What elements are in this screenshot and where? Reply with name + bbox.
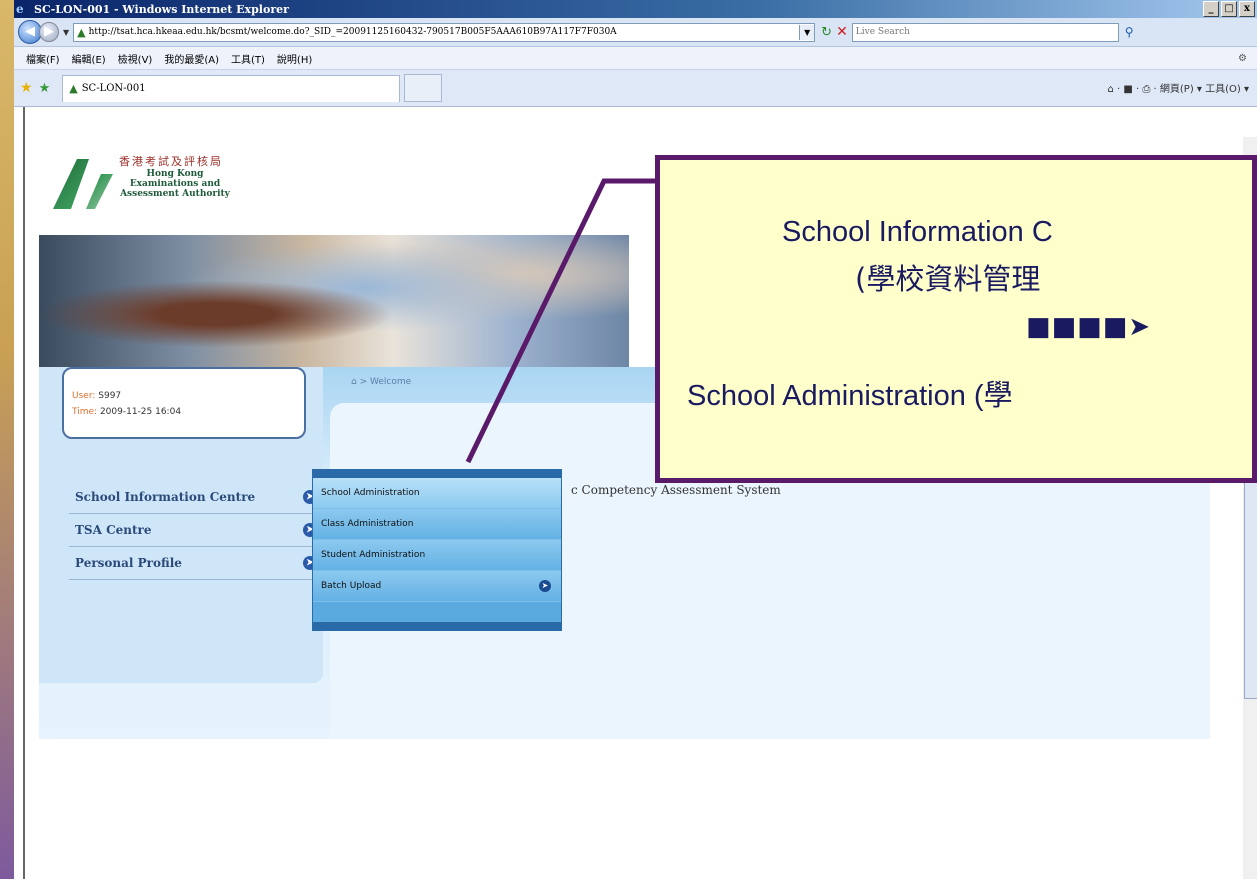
close-button[interactable]: x <box>1239 1 1255 17</box>
breadcrumb: ⌂ > Welcome <box>351 377 411 387</box>
tab-bar: ★ ★ ▲ SC-LON-001 ⌂ · ■ · ⎙ · 網頁(P) ▾ 工具(… <box>14 70 1257 107</box>
user-row: User: S997 <box>72 391 121 401</box>
logo-english-name: Hong Kong Examinations and Assessment Au… <box>115 169 235 199</box>
tab-active[interactable]: ▲ SC-LON-001 <box>62 74 401 102</box>
user-label: User: <box>72 391 96 401</box>
new-tab-button[interactable] <box>404 74 443 102</box>
submenu-item-label: School Administration <box>321 488 420 498</box>
logo-line-3: Assessment Authority <box>120 189 230 199</box>
address-bar: ◀ ▶ ▼ ▲ http://tsat.hca.hkeaa.edu.hk/bcs… <box>14 18 1257 47</box>
banner-photo <box>39 235 629 367</box>
menu-tools[interactable]: 工具(T) <box>231 51 265 66</box>
slide-left-border <box>0 0 14 879</box>
menu-view[interactable]: 檢視(V) <box>118 51 153 66</box>
stop-icon[interactable]: ✕ <box>836 24 848 40</box>
add-favorites-icon[interactable]: ★ <box>39 81 51 96</box>
hkeaa-logo-mark <box>53 159 113 209</box>
feeds-icon[interactable]: ■ <box>1123 84 1132 95</box>
command-bar[interactable]: ⌂ · ■ · ⎙ · 網頁(P) ▾ 工具(O) ▾ <box>1107 80 1249 95</box>
url-text: http://tsat.hca.hkeaa.edu.hk/bcsmt/welco… <box>88 26 617 37</box>
search-placeholder: Live Search <box>855 26 910 37</box>
search-input[interactable]: Live Search <box>851 22 1119 42</box>
logo-line-1: Hong Kong <box>146 169 204 179</box>
history-dropdown-icon[interactable]: ▼ <box>63 28 69 37</box>
user-value: S997 <box>98 391 122 401</box>
menu-file[interactable]: 檔案(F) <box>26 51 60 66</box>
nav-item-label: School Information Centre <box>75 490 256 504</box>
maximize-button[interactable]: □ <box>1221 1 1237 17</box>
menu-help[interactable]: 說明(H) <box>277 51 312 66</box>
menu-bar: 檔案(F) 編輯(E) 檢視(V) 我的最愛(A) 工具(T) 說明(H) ⚙ <box>14 47 1257 70</box>
forward-button[interactable]: ▶ <box>39 22 59 42</box>
menu-edit[interactable]: 編輯(E) <box>72 51 106 66</box>
window-controls: _ □ x <box>1203 1 1255 17</box>
time-value: 2009-11-25 16:04 <box>99 407 182 417</box>
tab-title: SC-LON-001 <box>81 83 146 94</box>
nav-item-personal-profile[interactable]: Personal Profile ➤ <box>69 547 323 580</box>
user-info-box: User: S997 Time: 2009-11-25 16:04 <box>62 367 306 439</box>
callout-line-2: (學校資料管理 <box>855 262 1041 296</box>
school-info-submenu: School Administration Class Administrati… <box>312 469 562 631</box>
annotation-callout: School Information C (學校資料管理 ■■■■➤ Schoo… <box>655 155 1257 483</box>
nav-item-school-information-centre[interactable]: School Information Centre ➤ <box>69 481 323 514</box>
url-field[interactable]: ▲ http://tsat.hca.hkeaa.edu.hk/bcsmt/wel… <box>73 22 816 42</box>
logo-chinese-name: 香港考試及評核局 <box>119 155 223 168</box>
breadcrumb-text: > Welcome <box>359 377 412 387</box>
submenu-bottom-bar <box>313 622 561 630</box>
time-row: Time: 2009-11-25 16:04 <box>72 407 181 417</box>
search-icon[interactable]: ⚲ <box>1125 25 1134 39</box>
menu-favorites[interactable]: 我的最愛(A) <box>164 51 219 66</box>
print-icon[interactable]: ⎙ <box>1142 84 1150 95</box>
time-label: Time: <box>72 407 98 417</box>
logo-line-2: Examinations and <box>129 179 221 189</box>
submenu-item-label: Student Administration <box>321 550 426 560</box>
arrow-right-icon: ➤ <box>539 580 551 592</box>
window-title: SC-LON-001 - Windows Internet Explorer <box>34 2 289 16</box>
nav-item-label: Personal Profile <box>75 556 182 570</box>
submenu-top-bar <box>313 470 561 478</box>
hkeaa-logo: 香港考試及評核局 Hong Kong Examinations and Asse… <box>53 153 273 213</box>
translate-icon[interactable]: ⚙ <box>1238 53 1247 64</box>
callout-line-3: School Administration (學 <box>687 380 1013 412</box>
callout-line-1: School Information C <box>782 216 1053 248</box>
minimize-button[interactable]: _ <box>1203 1 1219 17</box>
submenu-item-class-administration[interactable]: Class Administration <box>313 509 561 540</box>
tab-favicon-icon: ▲ <box>69 82 78 95</box>
home-icon[interactable]: ⌂ <box>1107 84 1113 95</box>
ie-icon: e <box>16 2 24 16</box>
frame-edge <box>23 107 25 879</box>
submenu-item-student-administration[interactable]: Student Administration <box>313 540 561 571</box>
dashed-arrow-icon: ■■■■➤ <box>1026 312 1152 342</box>
submenu-item-label: Class Administration <box>321 519 414 529</box>
side-nav: School Information Centre ➤ TSA Centre ➤… <box>69 481 323 580</box>
nav-item-tsa-centre[interactable]: TSA Centre ➤ <box>69 514 323 547</box>
favorites-star-icon[interactable]: ★ <box>20 80 33 96</box>
site-favicon-icon: ▲ <box>77 25 86 39</box>
submenu-item-batch-upload[interactable]: Batch Upload ➤ <box>313 571 561 602</box>
system-title: c Competency Assessment System <box>571 483 781 497</box>
refresh-icon[interactable]: ↻ <box>821 25 832 40</box>
title-bar: e SC-LON-001 - Windows Internet Explorer… <box>14 0 1257 18</box>
submenu-item-school-administration[interactable]: School Administration <box>313 478 561 509</box>
url-dropdown-icon[interactable]: ▼ <box>799 24 815 40</box>
submenu-item-label: Batch Upload <box>321 581 382 591</box>
home-breadcrumb-icon[interactable]: ⌂ <box>351 377 357 387</box>
command-tools-label[interactable]: 網頁(P) ▾ 工具(O) ▾ <box>1160 84 1249 95</box>
nav-item-label: TSA Centre <box>75 523 152 537</box>
